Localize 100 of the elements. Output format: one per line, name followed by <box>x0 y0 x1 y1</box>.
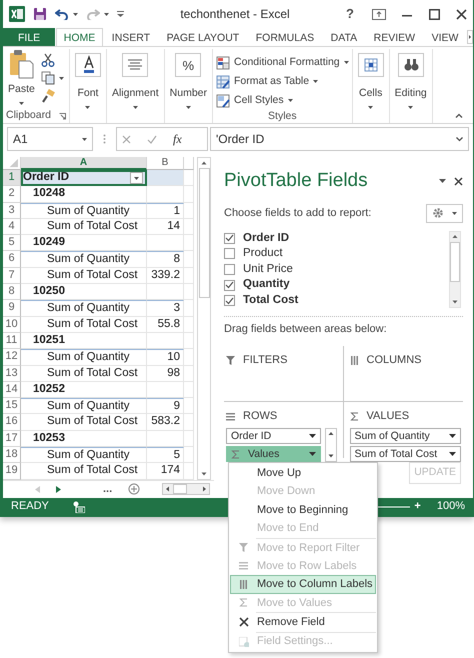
row-header[interactable]: 9 <box>3 300 21 317</box>
row-header[interactable]: 6 <box>3 251 21 268</box>
table-cell[interactable]: Sum of Quantity <box>21 398 147 414</box>
table-cell[interactable] <box>184 447 194 464</box>
format-painter-icon[interactable] <box>40 89 55 103</box>
ribbon-button[interactable]: Alignment <box>110 49 161 109</box>
table-cell[interactable] <box>147 382 184 398</box>
cut-icon[interactable] <box>40 53 55 67</box>
scroll-thumb[interactable] <box>198 168 210 298</box>
table-cell[interactable]: Sum of Quantity <box>21 300 147 317</box>
ribbon-button[interactable]: Conditional Formatting <box>216 53 349 72</box>
horizontal-scrollbar[interactable] <box>162 483 210 496</box>
checkbox[interactable] <box>224 280 235 291</box>
vertical-scrollbar[interactable] <box>197 157 211 480</box>
field-label[interactable]: Unit Price <box>243 262 293 278</box>
ribbon-button[interactable]: Editing <box>392 49 429 109</box>
table-cell[interactable]: 1 <box>147 202 184 219</box>
table-cell[interactable]: 55.8 <box>147 316 184 333</box>
row-header[interactable]: 5 <box>3 235 21 252</box>
table-cell[interactable]: 10249 <box>21 235 147 252</box>
next-sheet-icon[interactable] <box>56 486 61 493</box>
row-header[interactable]: 8 <box>3 284 21 300</box>
table-cell[interactable] <box>147 170 184 186</box>
table-cell[interactable]: 9 <box>147 398 184 414</box>
table-cell[interactable]: Sum of Total Cost <box>21 218 147 236</box>
table-cell[interactable] <box>184 186 194 203</box>
scroll-right-icon[interactable] <box>467 30 473 44</box>
row-header[interactable]: 2 <box>3 186 21 203</box>
table-cell[interactable] <box>184 202 194 219</box>
menu-item[interactable]: Move to Beginning <box>230 500 376 520</box>
row-header[interactable]: 13 <box>3 366 21 382</box>
enter-icon[interactable] <box>147 134 157 144</box>
pane-options-icon[interactable] <box>439 179 446 184</box>
ribbon-tab[interactable]: DATA <box>322 28 366 46</box>
caret-icon[interactable] <box>82 138 87 140</box>
table-cell[interactable]: 10248 <box>21 186 147 203</box>
field-chip[interactable]: Sum of Total Cost <box>350 446 461 462</box>
field-label[interactable]: Product <box>243 246 283 262</box>
customize-icon[interactable] <box>117 11 124 17</box>
field-chip[interactable]: Order ID <box>226 428 320 444</box>
row-header[interactable]: 3 <box>3 202 21 219</box>
scroll-thumb[interactable] <box>450 242 460 282</box>
row-header[interactable]: 17 <box>3 430 21 448</box>
table-cell[interactable]: Sum of Quantity <box>21 251 147 268</box>
row-header[interactable]: 4 <box>3 218 21 236</box>
add-sheet-icon[interactable] <box>128 483 140 496</box>
table-cell[interactable] <box>184 268 194 284</box>
ribbon-tab[interactable]: INSERT <box>104 28 158 46</box>
checkbox[interactable] <box>224 248 235 260</box>
table-cell[interactable]: 98 <box>147 366 184 382</box>
table-cell[interactable] <box>184 316 194 333</box>
row-header[interactable]: 14 <box>3 382 21 398</box>
paste-button[interactable]: Paste <box>6 49 37 109</box>
collapse-ribbon-icon[interactable] <box>455 113 463 118</box>
ribbon-tab[interactable]: HOME <box>56 28 104 46</box>
menu-item[interactable]: Move to Column Labels <box>230 575 376 594</box>
formula-field[interactable]: 'Order ID <box>210 127 469 151</box>
table-cell[interactable]: 339.2 <box>147 268 184 284</box>
row-header[interactable]: 1 <box>3 170 21 186</box>
table-cell[interactable] <box>147 332 184 350</box>
table-cell[interactable]: Sum of Quantity <box>21 349 147 366</box>
expand-icon[interactable] <box>456 136 463 142</box>
table-cell[interactable]: 14 <box>147 218 184 236</box>
table-cell[interactable] <box>147 186 184 203</box>
table-cell[interactable]: Sum of Total Cost <box>21 463 147 480</box>
cancel-icon[interactable] <box>122 134 131 144</box>
table-cell[interactable] <box>184 300 194 317</box>
table-cell[interactable] <box>184 430 194 448</box>
row-header[interactable]: 12 <box>3 349 21 366</box>
table-cell[interactable]: Sum of Total Cost <box>21 366 147 382</box>
table-cell[interactable]: 174 <box>147 463 184 480</box>
tools-button[interactable] <box>426 204 463 222</box>
row-header[interactable]: 15 <box>3 398 21 414</box>
table-cell[interactable]: 10252 <box>21 382 147 398</box>
table-cell[interactable] <box>147 430 184 448</box>
field-list-scrollbar[interactable] <box>449 230 461 308</box>
row-header[interactable]: 16 <box>3 414 21 431</box>
table-cell[interactable]: 10253 <box>21 430 147 448</box>
table-cell[interactable]: 10250 <box>21 284 147 300</box>
ribbon-display-icon[interactable] <box>372 8 386 20</box>
filter-dropdown-icon[interactable] <box>130 172 143 184</box>
row-header[interactable]: 19 <box>3 463 21 480</box>
ribbon-button[interactable]: Font <box>72 49 103 109</box>
field-chip[interactable]: Sum of Quantity <box>350 428 461 444</box>
field-label[interactable]: Quantity <box>243 277 290 293</box>
insert-function-button[interactable]: fx <box>173 130 182 148</box>
table-cell[interactable] <box>184 366 194 382</box>
maximize-icon[interactable] <box>429 8 440 20</box>
table-cell[interactable]: 10251 <box>21 332 147 350</box>
column-header[interactable]: A <box>21 157 147 170</box>
ribbon-tab[interactable]: FORMULAS <box>248 28 322 46</box>
menu-item[interactable]: Remove Field <box>230 613 376 632</box>
zoom-slider-icon[interactable] <box>376 506 410 508</box>
checkbox[interactable] <box>224 264 235 275</box>
copy-icon[interactable] <box>40 71 55 85</box>
table-cell[interactable] <box>147 235 184 252</box>
table-cell[interactable] <box>184 235 194 252</box>
help-button[interactable]: ? <box>346 4 354 24</box>
row-header[interactable]: 18 <box>3 447 21 464</box>
caret-icon[interactable] <box>73 12 78 16</box>
